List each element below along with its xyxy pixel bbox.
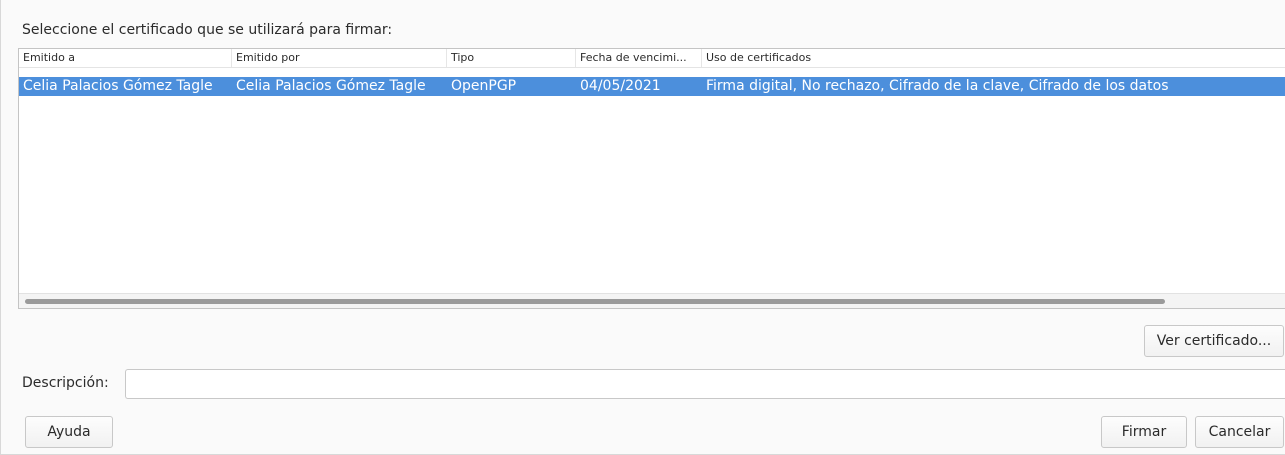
horizontal-scrollbar[interactable]: [19, 293, 1285, 308]
sign-button[interactable]: Firmar: [1101, 416, 1187, 448]
cell-issued-to: Celia Palacios Gómez Tagle: [23, 78, 213, 94]
table-row-selected[interactable]: Celia Palacios Gómez Tagle Celia Palacio…: [19, 77, 1285, 96]
select-certificate-dialog: Seleccione el certificado que se utiliza…: [0, 0, 1285, 455]
dialog-prompt: Seleccione el certificado que se utiliza…: [22, 22, 393, 38]
description-label: Descripción:: [22, 375, 109, 391]
cancel-button[interactable]: Cancelar: [1195, 416, 1284, 448]
cell-type: OpenPGP: [451, 78, 517, 94]
cell-usage: Firma digital, No rechazo, Cifrado de la…: [706, 78, 1169, 94]
column-header-usage[interactable]: Uso de certificados: [702, 49, 1285, 67]
horizontal-scrollbar-thumb[interactable]: [25, 299, 1165, 304]
cell-expiry: 04/05/2021: [580, 78, 661, 94]
column-header-expiry[interactable]: Fecha de vencimi...: [576, 49, 702, 67]
view-certificate-button[interactable]: Ver certificado...: [1144, 325, 1284, 357]
description-input[interactable]: [125, 369, 1285, 399]
column-header-type[interactable]: Tipo: [447, 49, 576, 67]
column-header-issued-to[interactable]: Emitido a: [19, 49, 232, 67]
certificate-list[interactable]: Emitido a Emitido por Tipo Fecha de venc…: [18, 48, 1285, 309]
column-header-issued-by[interactable]: Emitido por: [232, 49, 447, 67]
help-button[interactable]: Ayuda: [25, 416, 113, 448]
cell-issued-by: Celia Palacios Gómez Tagle: [236, 78, 426, 94]
column-header-bar: Emitido a Emitido por Tipo Fecha de venc…: [19, 49, 1285, 68]
